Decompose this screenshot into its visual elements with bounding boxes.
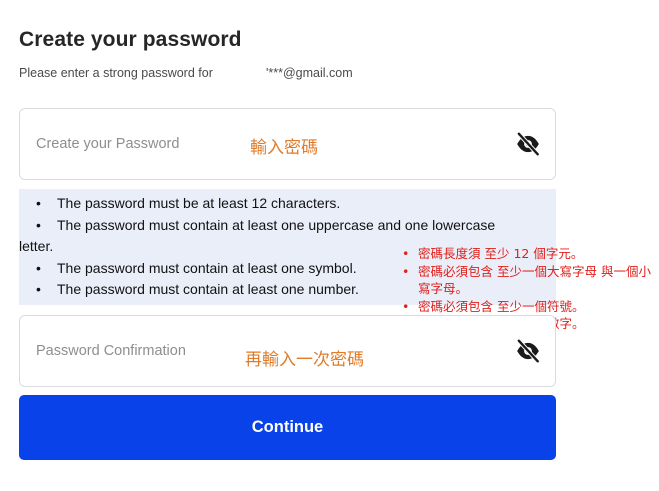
email-address: '***@gmail.com	[266, 66, 353, 80]
requirement-item: The password must be at least 12 charact…	[36, 193, 556, 215]
page-title: Create your password	[19, 28, 242, 51]
subtitle: Please enter a strong password for '***@…	[19, 66, 353, 80]
subtitle-text: Please enter a strong password for	[19, 66, 213, 80]
annotation-item: 密碼必須包含 至少一個符號。	[402, 298, 657, 316]
annotation-item: 密碼必須包含 至少一個大寫字母 與一個小寫字母。	[402, 263, 657, 298]
eye-off-icon[interactable]	[515, 338, 541, 364]
annotation-item: 密碼長度須 至少 12 個字元。	[402, 245, 657, 263]
password-input[interactable]	[36, 109, 456, 179]
continue-button[interactable]: Continue	[19, 395, 556, 460]
eye-off-icon[interactable]	[515, 131, 541, 157]
password-annotation: 輸入密碼	[250, 138, 318, 158]
confirm-annotation: 再輸入一次密碼	[245, 350, 364, 370]
